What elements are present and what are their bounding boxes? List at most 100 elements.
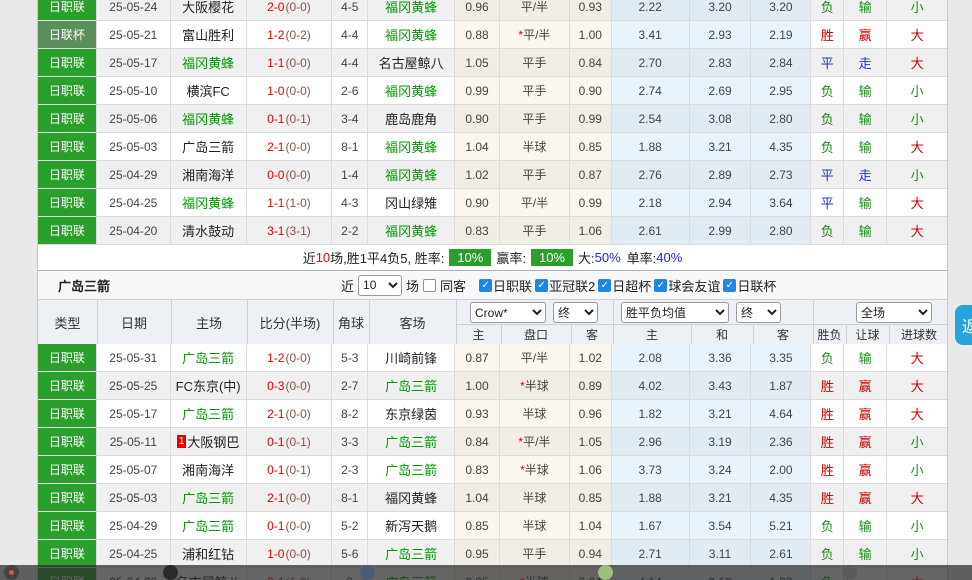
avg-lose: 2.36 [751,428,811,455]
away-team: 福冈黄蜂 [368,217,455,244]
result-handicap: 赢 [844,456,887,483]
home-team-name: 广岛三箭 [182,137,234,156]
score: 3-1(3-1) [247,217,333,244]
scope-select[interactable]: 全场 [856,302,932,323]
result-handicap: 赢 [844,400,887,427]
side-float-button[interactable]: 返 [955,305,972,345]
corners: 5-2 [332,512,368,539]
handicap-odds-home: 1.04 [455,484,500,511]
corners: 2-7 [332,372,368,399]
away-team: 广岛三箭 [368,540,455,567]
avg-lose: 2.19 [751,21,811,48]
result-goals: 大 [887,344,947,371]
away-team-name: 福冈黄蜂 [385,81,437,100]
match-row: 日职联25-05-03广岛三箭2-1(0-0)8-1福冈黄蜂1.04半球0.85… [38,484,947,512]
home-team-name: 清水鼓动 [182,221,234,240]
corners: 2-3 [332,456,368,483]
result-handicap: 走 [844,49,887,76]
home-team-name: 广岛三箭 [182,404,234,423]
handicap-odds-home: 0.88 [455,21,500,48]
home-team-name: 福冈黄蜂 [182,53,234,72]
league-checkbox[interactable]: ✓ [479,279,492,292]
bookmaker-select[interactable]: Crow* [470,302,546,323]
fulltime-score: 0-1 [267,112,284,126]
result-handicap: 输 [844,77,887,104]
league-badge: 日职联 [38,77,97,104]
match-row: 日职联25-05-07湘南海洋0-1(0-1)2-3广岛三箭0.83*半球1.0… [38,456,947,484]
match-row: 日职联25-05-03广岛三箭2-1(0-0)8-1福冈黄蜂1.04半球0.85… [38,133,947,161]
handicap-odds-away: 0.94 [570,540,612,567]
home-team-name: 大阪钢巴 [187,432,239,451]
handicap-final-select[interactable]: 终 [553,302,598,323]
league-checkbox[interactable]: ✓ [535,279,548,292]
fulltime-score: 0-1 [267,519,284,533]
league-checkbox[interactable]: ✓ [723,279,736,292]
col-header-score: 比分(半场) [247,300,333,345]
handicap-line: 平手 [500,105,570,132]
match-date: 25-05-11 [97,428,171,455]
avg-lose: 4.35 [751,484,811,511]
result-handicap: 走 [844,161,887,188]
same-away-checkbox[interactable] [423,279,436,292]
big-rate: 50% [595,250,621,265]
avg-win: 1.67 [612,512,690,539]
app-circle-icon[interactable] [360,565,375,580]
fulltime-score: 0-3 [267,379,284,393]
match-row: 日职联25-05-10横滨FC1-0(0-0)2-6福冈黄蜂0.99平手0.90… [38,77,947,105]
avg-win: 2.96 [612,428,690,455]
handicap-odds-away: 0.87 [570,161,612,188]
odds-kind-select[interactable]: 胜平负均值 [621,302,729,323]
league-badge: 日职联 [38,105,97,132]
league-checkbox[interactable]: ✓ [654,279,667,292]
away-team-name: 福冈黄蜂 [385,0,437,16]
home-team: 横滨FC [171,77,247,104]
app-circle-icon[interactable] [163,565,178,580]
result-handicap: 赢 [844,372,887,399]
league-checkbox[interactable]: ✓ [598,279,611,292]
match-date: 25-05-24 [97,0,171,20]
app-circle-icon[interactable] [842,565,857,580]
avg-win: 2.76 [612,161,690,188]
result-wdl: 负 [811,344,844,371]
corners: 8-1 [332,484,368,511]
avg-draw: 2.94 [690,189,752,216]
home-team: 广岛三箭 [171,484,247,511]
league-badge: 日职联 [38,540,97,567]
result-wdl: 平 [811,161,844,188]
score: 0-0(0-0) [247,161,333,188]
handicap-odds-home: 0.84 [455,428,500,455]
match-count-select[interactable]: 10 [358,275,402,296]
app-circle-icon[interactable] [598,565,613,580]
corners: 4-4 [332,49,368,76]
score: 1-2(0-2) [247,21,333,48]
away-team-name: 福冈黄蜂 [385,488,437,507]
handicap-odds-home: 1.04 [455,133,500,160]
result-goals: 大 [887,49,947,76]
avg-draw: 3.19 [690,428,752,455]
halftime-score: (0-0) [285,0,310,14]
result-handicap: 输 [844,189,887,216]
result-handicap: 赢 [844,428,887,455]
handicap-line: 半球 [500,133,570,160]
avg-draw: 3.21 [690,133,752,160]
summary-text: 赢率: [496,248,526,267]
europe-final-select[interactable]: 终 [736,302,781,323]
handicap-line: 半球 [500,512,570,539]
sub-header-goals: 进球数 [889,324,949,345]
handicap-odds-away: 0.93 [570,0,612,20]
league-badge: 日职联 [38,456,97,483]
col-header-home: 主场 [171,300,247,345]
league-badge: 日职联 [38,189,97,216]
avg-lose: 3.20 [751,0,811,20]
away-team: 鹿岛鹿角 [368,105,455,132]
league-checkbox-label: 日超杯 [612,276,651,295]
record-dot-icon[interactable] [4,565,19,580]
handicap-line: 平手 [500,217,570,244]
result-goals: 大 [887,217,947,244]
avg-lose: 5.21 [751,512,811,539]
match-date: 25-05-03 [97,484,171,511]
league-badge: 日职联 [38,217,97,244]
bottom-taskbar[interactable] [0,565,972,580]
fulltime-score: 2-0 [267,0,284,14]
handicap-odds-away: 1.06 [570,456,612,483]
